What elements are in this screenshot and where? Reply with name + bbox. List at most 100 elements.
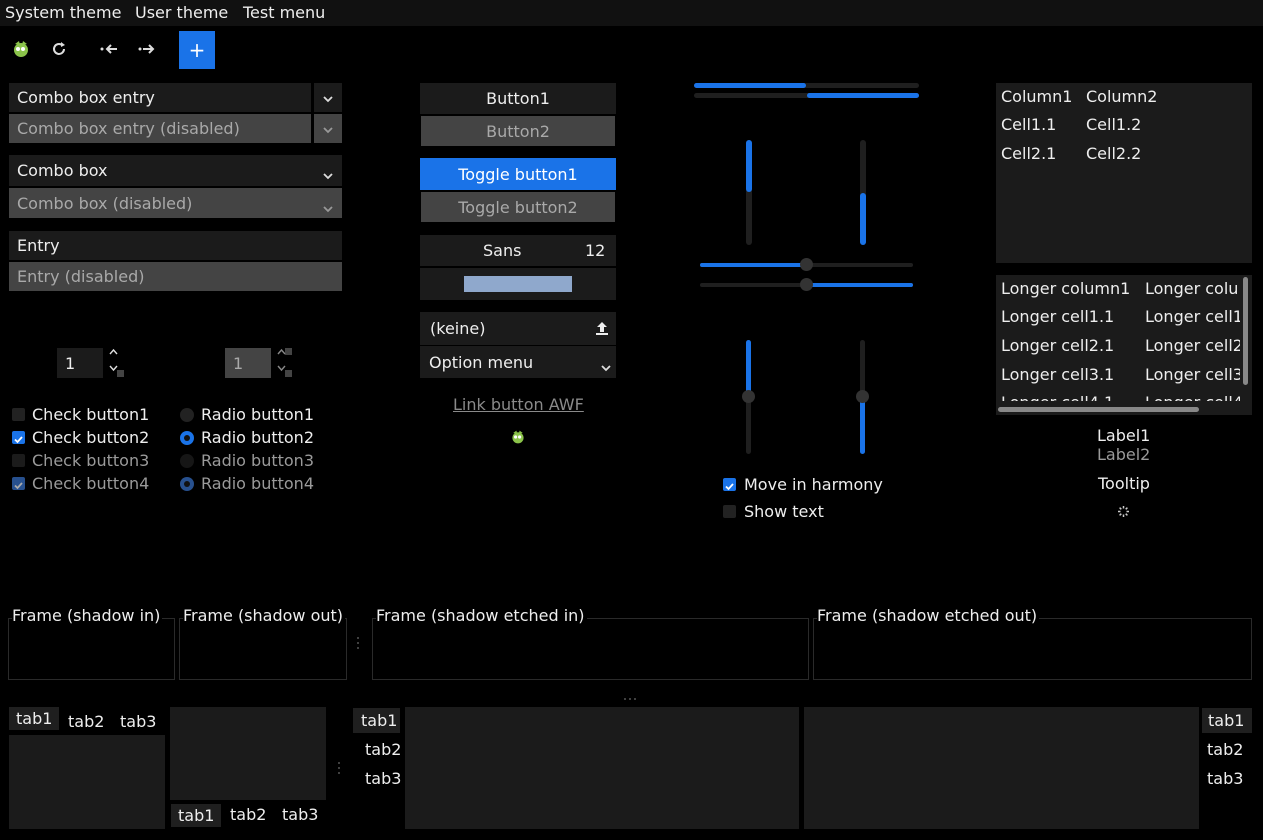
- pane-handle-vertical[interactable]: [336, 760, 342, 776]
- radio-button-2-label: Radio button2: [201, 428, 314, 447]
- table-cell[interactable]: Longer cell4.1: [1001, 393, 1114, 401]
- table-cell[interactable]: Cell2.2: [1086, 144, 1141, 163]
- table-cell[interactable]: Longer cell2: [1145, 336, 1240, 355]
- menu-user-theme[interactable]: User theme: [135, 3, 228, 22]
- spin-button-2: 1: [225, 348, 271, 378]
- vertical-scrollbar[interactable]: [1243, 277, 1248, 385]
- vertical-scale-2[interactable]: [856, 340, 869, 454]
- tab-3[interactable]: tab3: [113, 710, 163, 733]
- pane-handle-vertical[interactable]: [355, 635, 361, 651]
- tab-3[interactable]: tab3: [275, 803, 325, 826]
- button-1[interactable]: Button1: [420, 83, 616, 114]
- chevron-down-icon: [323, 198, 333, 217]
- slider-handle[interactable]: [856, 390, 869, 403]
- table-cell[interactable]: Longer cell3.1: [1001, 365, 1114, 384]
- table-cell[interactable]: Longer cell4: [1145, 393, 1240, 401]
- tab-2[interactable]: tab2: [358, 738, 408, 761]
- refresh-button[interactable]: [42, 32, 76, 66]
- option-menu[interactable]: Option menu: [420, 346, 616, 378]
- tree-view-2[interactable]: Longer column1 Longer colu Longer cell1.…: [996, 275, 1252, 415]
- menu-system-theme[interactable]: System theme: [5, 3, 121, 22]
- file-chooser-button[interactable]: (keine): [420, 312, 616, 345]
- combo-box-disabled-label: Combo box (disabled): [17, 193, 193, 213]
- pane-handle-horizontal[interactable]: [622, 687, 638, 700]
- tab-2[interactable]: tab2: [61, 710, 111, 733]
- show-text-check[interactable]: Show text: [723, 502, 893, 522]
- entry-field[interactable]: Entry: [9, 231, 342, 260]
- table-cell[interactable]: Longer cell3: [1145, 365, 1240, 384]
- table-cell[interactable]: Longer cell1: [1145, 307, 1240, 326]
- radio-checked-icon: [180, 431, 194, 445]
- tab-1[interactable]: tab1: [171, 804, 222, 827]
- slider-handle[interactable]: [800, 258, 813, 271]
- table-cell[interactable]: Cell1.1: [1001, 115, 1056, 134]
- combo-box[interactable]: Combo box: [9, 155, 342, 186]
- tab-1[interactable]: tab1: [1202, 708, 1252, 733]
- table-cell[interactable]: Cell1.2: [1086, 115, 1141, 134]
- combo-box-label: Combo box: [17, 161, 108, 180]
- frame-shadow-etched-out: [813, 618, 1252, 680]
- radio-checked-icon: [180, 477, 194, 491]
- tree2-column-1-header[interactable]: Longer column1: [1001, 279, 1130, 298]
- check-button-1-label: Check button1: [32, 405, 150, 424]
- frame-shadow-etched-out-label: Frame (shadow etched out): [817, 606, 1040, 625]
- combo-entry-field[interactable]: Combo box entry: [9, 83, 311, 112]
- menu-test-menu[interactable]: Test menu: [243, 3, 325, 22]
- check-button-2[interactable]: Check button2: [11, 428, 161, 448]
- progress-bar-bottom-fill: [807, 93, 919, 98]
- entry-disabled-field: Entry (disabled): [9, 262, 342, 291]
- notebook-page: [804, 707, 1199, 829]
- color-button[interactable]: [420, 268, 616, 300]
- horizontal-scale-1-fill: [700, 263, 806, 267]
- gimp-logo-button[interactable]: [4, 32, 38, 66]
- back-button[interactable]: [92, 32, 126, 66]
- add-icon: +: [188, 38, 206, 62]
- tab-2[interactable]: tab2: [1200, 738, 1250, 761]
- radio-button-2[interactable]: Radio button2: [180, 428, 330, 448]
- check-button-1[interactable]: Check button1: [11, 405, 161, 425]
- tab-3[interactable]: tab3: [1200, 767, 1250, 790]
- notebook-page: [405, 707, 799, 829]
- move-in-harmony-check[interactable]: Move in harmony: [723, 475, 893, 495]
- table-cell[interactable]: Cell2.1: [1001, 144, 1056, 163]
- file-chooser-label: (keine): [430, 319, 486, 338]
- vertical-scale-1[interactable]: [742, 340, 755, 454]
- table-cell[interactable]: Longer cell1.1: [1001, 307, 1114, 326]
- tree2-column-2-header[interactable]: Longer colu: [1145, 279, 1238, 298]
- spin-button-1[interactable]: 1: [57, 348, 103, 378]
- check-button-4: Check button4: [11, 474, 161, 494]
- chevron-down-icon: [323, 119, 333, 138]
- forward-button[interactable]: [130, 32, 164, 66]
- tab-3[interactable]: tab3: [358, 767, 408, 790]
- table-cell[interactable]: Longer cell2.1: [1001, 336, 1114, 355]
- tree1-column-1-header[interactable]: Column1: [1001, 87, 1072, 106]
- combo-entry-dropdown[interactable]: [314, 83, 342, 112]
- notebook-tabs-bottom: tab1 tab2 tab3: [170, 707, 326, 829]
- slider-handle[interactable]: [742, 390, 755, 403]
- tab-1[interactable]: tab1: [353, 708, 400, 733]
- slider-handle[interactable]: [800, 278, 813, 291]
- tab-1[interactable]: tab1: [9, 707, 60, 730]
- frame-shadow-out-label: Frame (shadow out): [183, 606, 346, 625]
- tree-view-1[interactable]: Column1 Column2 Cell1.1 Cell1.2 Cell2.1 …: [996, 83, 1252, 263]
- frame-shadow-out: [179, 618, 347, 680]
- horizontal-scale-1[interactable]: [700, 258, 913, 271]
- radio-button-4: Radio button4: [180, 474, 330, 494]
- radio-button-4-label: Radio button4: [201, 474, 314, 493]
- toggle-button-1[interactable]: Toggle button1: [420, 158, 616, 190]
- label-2: Label2: [1097, 445, 1151, 464]
- add-button[interactable]: +: [179, 31, 215, 69]
- option-menu-label: Option menu: [429, 352, 534, 372]
- vertical-scale-2-fill: [860, 398, 865, 454]
- link-button[interactable]: Link button AWF: [453, 395, 584, 414]
- gimp-logo-icon: [510, 428, 526, 446]
- chevron-down-icon: [323, 88, 333, 107]
- tab-2[interactable]: tab2: [223, 803, 273, 826]
- spin-button-1-arrows[interactable]: [107, 346, 125, 380]
- tree1-column-2-header[interactable]: Column2: [1086, 87, 1157, 106]
- horizontal-scrollbar[interactable]: [998, 407, 1199, 412]
- horizontal-scale-2[interactable]: [700, 278, 913, 291]
- font-button[interactable]: Sans 12: [420, 235, 616, 266]
- radio-button-1[interactable]: Radio button1: [180, 405, 330, 425]
- chevron-down-icon: [323, 165, 333, 184]
